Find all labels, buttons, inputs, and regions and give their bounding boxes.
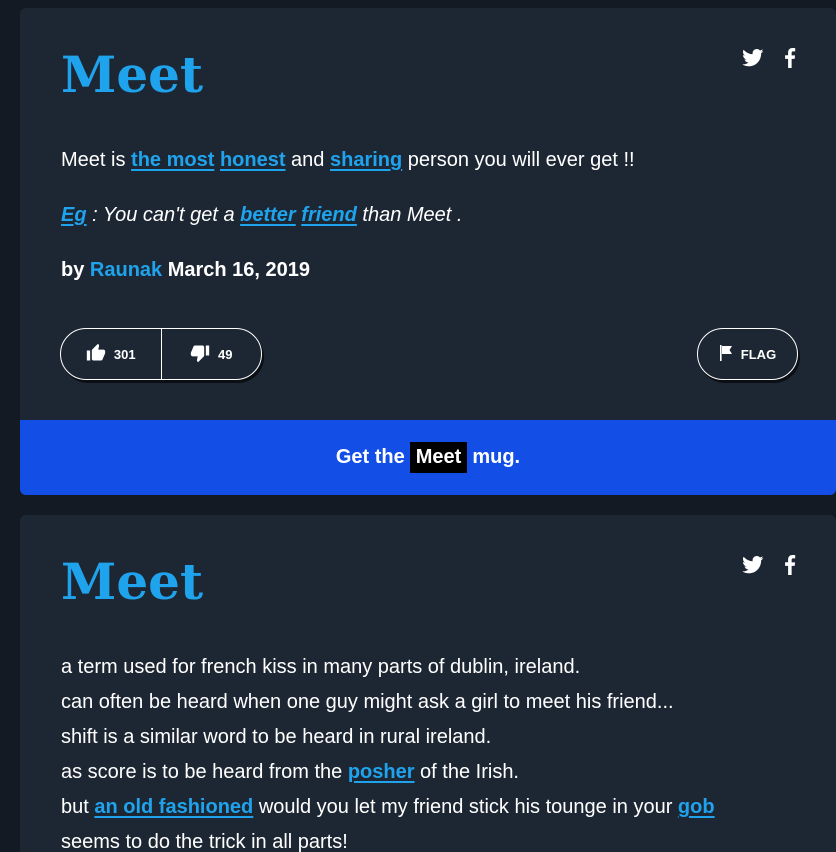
term-link[interactable]: the most — [131, 149, 214, 171]
thumbs-up-icon — [86, 343, 106, 366]
meaning-text: as score is to be heard from the — [61, 761, 348, 783]
meaning-text: and — [285, 149, 330, 171]
definition-example: Eg : You can't get a better friend than … — [61, 198, 796, 233]
term-link[interactable]: better — [240, 204, 296, 226]
upvote-count: 301 — [113, 346, 136, 362]
twitter-icon[interactable] — [742, 49, 764, 67]
meaning-text: Meet is — [61, 149, 132, 171]
example-text: than Meet . — [356, 204, 463, 226]
share-buttons — [742, 555, 796, 575]
mug-text-after: mug. — [472, 446, 521, 468]
meaning-text: would you let my friend stick his tounge… — [253, 796, 678, 818]
facebook-icon[interactable] — [784, 48, 796, 68]
term-link[interactable]: an old fashioned — [94, 796, 253, 818]
meaning-line: as score is to be heard from the posher … — [61, 755, 796, 790]
facebook-icon[interactable] — [784, 555, 796, 575]
term-link[interactable]: gob — [678, 796, 715, 818]
definition-card: Meet a term used for french kiss in many… — [20, 515, 836, 852]
term-link[interactable]: sharing — [330, 149, 402, 171]
word-title[interactable]: Meet — [61, 50, 203, 100]
term-link[interactable]: Eg — [61, 204, 87, 226]
term-link[interactable]: friend — [301, 204, 357, 226]
meaning-line: a term used for french kiss in many part… — [61, 656, 581, 678]
vote-buttons: 301 49 — [60, 328, 262, 380]
definition-meaning: Meet is the most honest and sharing pers… — [61, 143, 796, 178]
meaning-line: seems to do the trick in all parts! — [61, 831, 348, 852]
twitter-icon[interactable] — [742, 556, 764, 574]
thumbs-down-icon — [190, 343, 210, 366]
meaning-text: but — [61, 796, 95, 818]
meaning-text: person you will ever get !! — [402, 149, 635, 171]
flag-label: FLAG — [740, 346, 777, 362]
term-link[interactable]: posher — [348, 761, 415, 783]
term-link[interactable]: honest — [220, 149, 286, 171]
downvote-count: 49 — [218, 346, 233, 362]
downvote-button[interactable]: 49 — [162, 329, 262, 379]
author-link[interactable]: Raunak — [90, 259, 162, 281]
definition-card: Meet Meet is the most honest and sharing… — [20, 8, 836, 495]
meaning-line: but an old fashioned would you let my fr… — [61, 790, 796, 825]
meaning-text: of the Irish. — [414, 761, 519, 783]
word-title[interactable]: Meet — [61, 557, 203, 607]
contributor-byline: by Raunak March 16, 2019 — [61, 253, 796, 288]
meaning-line: can often be heard when one guy might as… — [61, 691, 674, 713]
upvote-button[interactable]: 301 — [61, 329, 161, 379]
get-mug-banner[interactable]: Get the Meet mug. — [20, 420, 836, 495]
post-date: March 16, 2019 — [162, 259, 311, 281]
definition-meaning: a term used for french kiss in many part… — [61, 650, 796, 852]
mug-text-before: Get the — [335, 446, 405, 468]
flag-icon — [719, 344, 733, 364]
mug-word: Meet — [409, 442, 468, 473]
flag-button[interactable]: FLAG — [697, 328, 798, 380]
share-buttons — [742, 48, 796, 68]
byline-prefix: by — [61, 259, 90, 281]
meaning-line: shift is a similar word to be heard in r… — [61, 726, 492, 748]
example-text: : You can't get a — [86, 204, 241, 226]
